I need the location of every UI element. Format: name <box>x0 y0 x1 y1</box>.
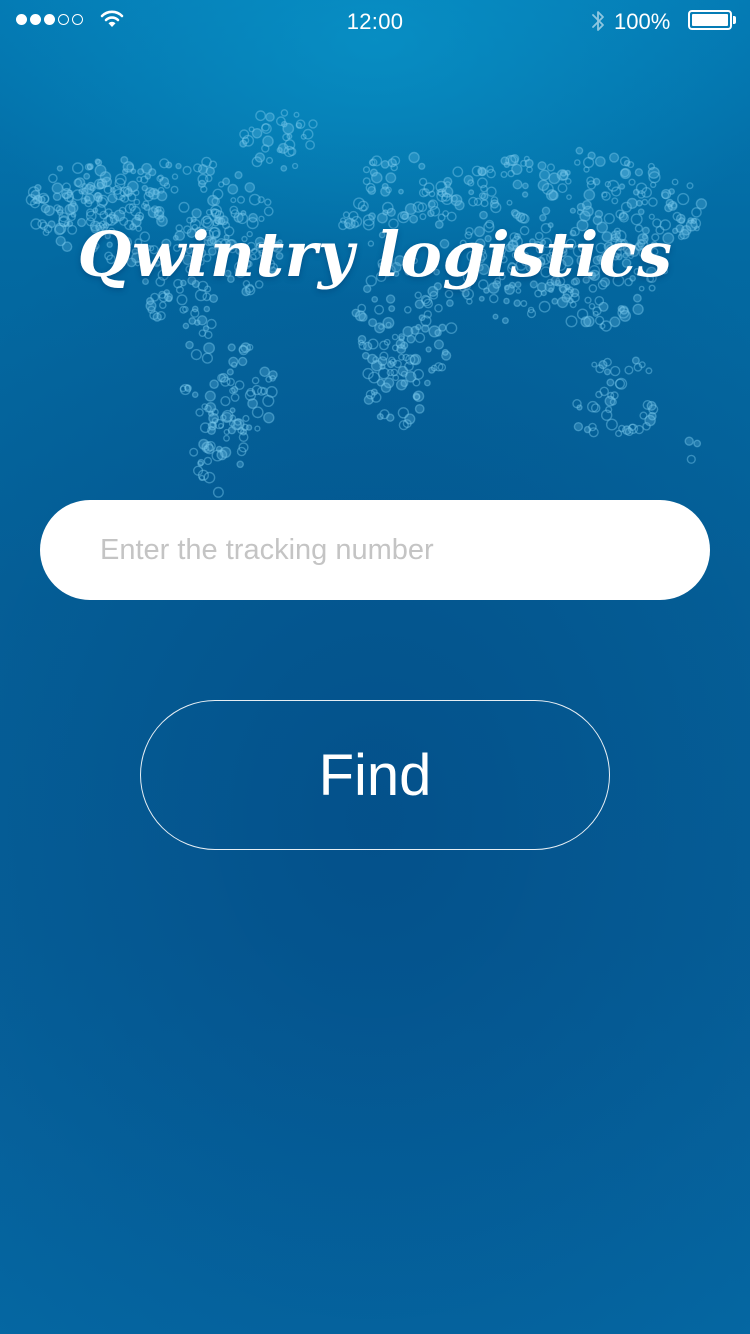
status-bar: 12:00 100% <box>0 0 750 40</box>
battery-percent: 100% <box>614 9 671 34</box>
app-title: Qwintry logistics <box>77 218 673 291</box>
tracking-number-input[interactable] <box>40 500 710 600</box>
world-map-illustration <box>25 109 708 498</box>
find-button[interactable]: Find <box>140 700 610 850</box>
battery-icon <box>688 10 736 30</box>
app-screen: 12:00 100% Qwintry logistics Find <box>0 0 750 1334</box>
bluetooth-icon <box>592 11 604 31</box>
